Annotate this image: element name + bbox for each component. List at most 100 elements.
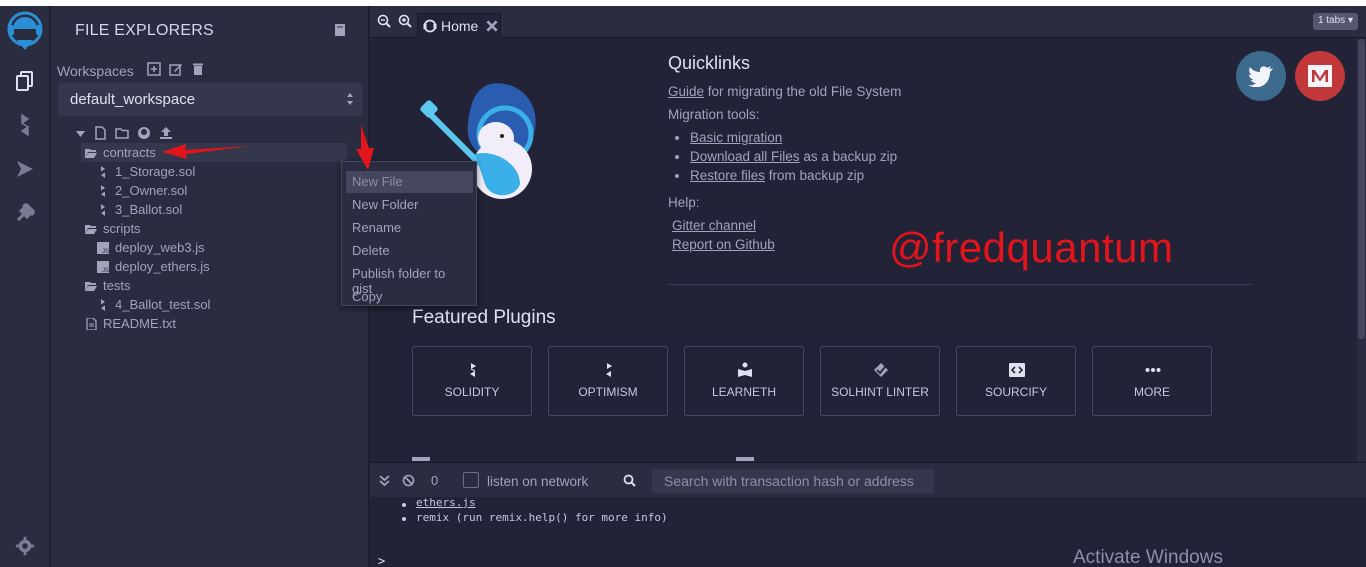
plugin-sourcify[interactable]: SOURCIFY <box>956 346 1076 416</box>
clear-console-icon[interactable] <box>402 474 415 487</box>
medium-button[interactable] <box>1295 51 1345 101</box>
deploy-run-icon[interactable] <box>13 157 37 181</box>
github-gist-icon[interactable] <box>137 126 151 140</box>
tree-file[interactable]: 2_Owner.sol <box>93 181 187 200</box>
docs-book-icon[interactable] <box>333 23 347 37</box>
plugin-manager-icon[interactable] <box>13 201 37 225</box>
icon-panel <box>0 6 50 567</box>
close-tab-icon[interactable] <box>485 19 499 33</box>
guide-text: for migrating the old File System <box>707 84 902 99</box>
menu-delete[interactable]: Delete <box>346 240 473 262</box>
clipped-heading <box>736 457 754 461</box>
basic-migration-link[interactable]: Basic migration <box>690 130 782 145</box>
menu-new-file[interactable]: New File <box>346 171 473 193</box>
solhint-icon <box>874 363 888 377</box>
plugin-learneth-label: LEARNETH <box>711 385 776 399</box>
upload-icon[interactable] <box>159 126 173 140</box>
tab-count-badge[interactable]: 1 tabs ▾ <box>1312 13 1358 30</box>
menu-publish-gist[interactable]: Publish folder to gist <box>346 263 473 296</box>
scrollbar-thumb[interactable] <box>1358 39 1365 339</box>
settings-gear-icon[interactable] <box>14 535 36 557</box>
solidity-file-icon <box>101 165 105 178</box>
plugin-optimism[interactable]: OPTIMISM <box>548 346 668 416</box>
tab-home[interactable]: Home <box>417 13 501 38</box>
file-explorer-icon[interactable] <box>13 69 37 93</box>
menu-copy[interactable]: Copy <box>346 286 473 308</box>
gitter-link[interactable]: Gitter channel <box>672 218 756 233</box>
restore-files-link[interactable]: Restore files <box>690 168 765 183</box>
workspace-select[interactable]: default_workspace <box>58 83 362 116</box>
restore-text: from backup zip <box>768 168 865 183</box>
terminal-toolbar: 0 listen on network <box>370 462 1366 497</box>
collapse-terminal-icon[interactable] <box>378 474 391 487</box>
help-label: Help: <box>668 195 700 210</box>
listen-network-label: listen on network <box>487 474 589 489</box>
rename-workspace-icon[interactable] <box>169 62 183 76</box>
tree-file[interactable]: JS deploy_ethers.js <box>93 257 210 276</box>
plugin-solidity[interactable]: SOLIDITY <box>412 346 532 416</box>
zoom-in-icon[interactable] <box>398 14 412 28</box>
plugin-more[interactable]: MORE <box>1092 346 1212 416</box>
select-caret-icon <box>347 93 353 105</box>
caret-down-icon[interactable] <box>76 129 85 138</box>
svg-text:JS: JS <box>102 249 109 254</box>
author-watermark: @fredquantum <box>889 224 1174 271</box>
file-tree-toolbar <box>76 126 173 140</box>
tree-file[interactable]: JS deploy_web3.js <box>93 238 205 257</box>
solidity-compiler-icon[interactable] <box>13 113 37 137</box>
zoom-out-icon[interactable] <box>377 14 391 28</box>
download-all-link[interactable]: Download all Files <box>690 149 800 164</box>
github-link[interactable]: Report on Github <box>672 237 775 252</box>
panel-title: FILE EXPLORERS <box>75 22 214 39</box>
plugin-optimism-label: OPTIMISM <box>578 385 638 399</box>
tree-file[interactable]: 4_Ballot_test.sol <box>93 295 210 314</box>
tree-folder-scripts[interactable]: scripts <box>81 219 141 238</box>
tab-count-label: 1 tabs <box>1317 15 1346 26</box>
solidity-icon <box>470 363 476 377</box>
file-explorer-panel: FILE EXPLORERS Workspaces default_worksp… <box>51 6 369 567</box>
tree-item-label: 3_Ballot.sol <box>115 202 183 217</box>
menu-new-folder[interactable]: New Folder <box>346 194 473 216</box>
plugin-solhint[interactable]: SOLHINT LINTER <box>820 346 940 416</box>
terminal-line-remix: remix (run remix.help() for more info) <box>416 511 668 524</box>
bullet <box>402 503 406 507</box>
tree-item-label: 2_Owner.sol <box>115 183 188 198</box>
home-tab-content: Quicklinks Guide for migrating the old F… <box>370 39 1356 461</box>
basic-migration-row: Basic migration <box>690 130 782 145</box>
plugin-more-label: MORE <box>1134 385 1170 399</box>
menu-rename[interactable]: Rename <box>346 217 473 239</box>
new-file-icon[interactable] <box>93 126 107 140</box>
workspace-select-value: default_workspace <box>70 91 196 108</box>
create-workspace-icon[interactable] <box>147 62 161 76</box>
remix-ide: FILE EXPLORERS Workspaces default_worksp… <box>0 6 1366 567</box>
home-scrollbar[interactable] <box>1357 39 1366 461</box>
javascript-file-icon: JS <box>97 241 109 254</box>
migration-label: Migration tools: <box>668 107 760 122</box>
terminal-line-ethers[interactable]: ethers.js <box>416 496 476 509</box>
optimism-icon <box>606 363 612 377</box>
text-file-icon <box>86 317 97 330</box>
clipped-heading <box>412 457 430 461</box>
tree-file[interactable]: 3_Ballot.sol <box>93 200 182 219</box>
twitter-button[interactable] <box>1236 51 1286 101</box>
tree-item-label: deploy_web3.js <box>115 240 205 255</box>
folder-open-icon <box>85 148 97 158</box>
tree-folder-contracts[interactable]: contracts <box>81 143 347 162</box>
new-folder-icon[interactable] <box>115 126 129 140</box>
plugin-learneth[interactable]: LEARNETH <box>684 346 804 416</box>
tab-bar: Home 1 tabs ▾ <box>370 6 1366 38</box>
tree-file[interactable]: 1_Storage.sol <box>93 162 195 181</box>
remix-logo-icon[interactable] <box>5 10 45 52</box>
svg-text:JS: JS <box>102 268 109 273</box>
tx-search-input[interactable] <box>652 469 934 493</box>
tree-file[interactable]: README.txt <box>81 314 176 333</box>
medium-logo-icon <box>1308 65 1332 87</box>
tree-item-label: contracts <box>103 145 156 160</box>
bullet <box>675 155 679 159</box>
terminal-prompt[interactable]: > <box>378 554 385 567</box>
delete-workspace-icon[interactable] <box>191 62 205 76</box>
tree-folder-tests[interactable]: tests <box>81 276 130 295</box>
listen-network-checkbox[interactable] <box>463 472 479 488</box>
guide-link[interactable]: Guide <box>668 84 704 99</box>
bullet <box>675 174 679 178</box>
